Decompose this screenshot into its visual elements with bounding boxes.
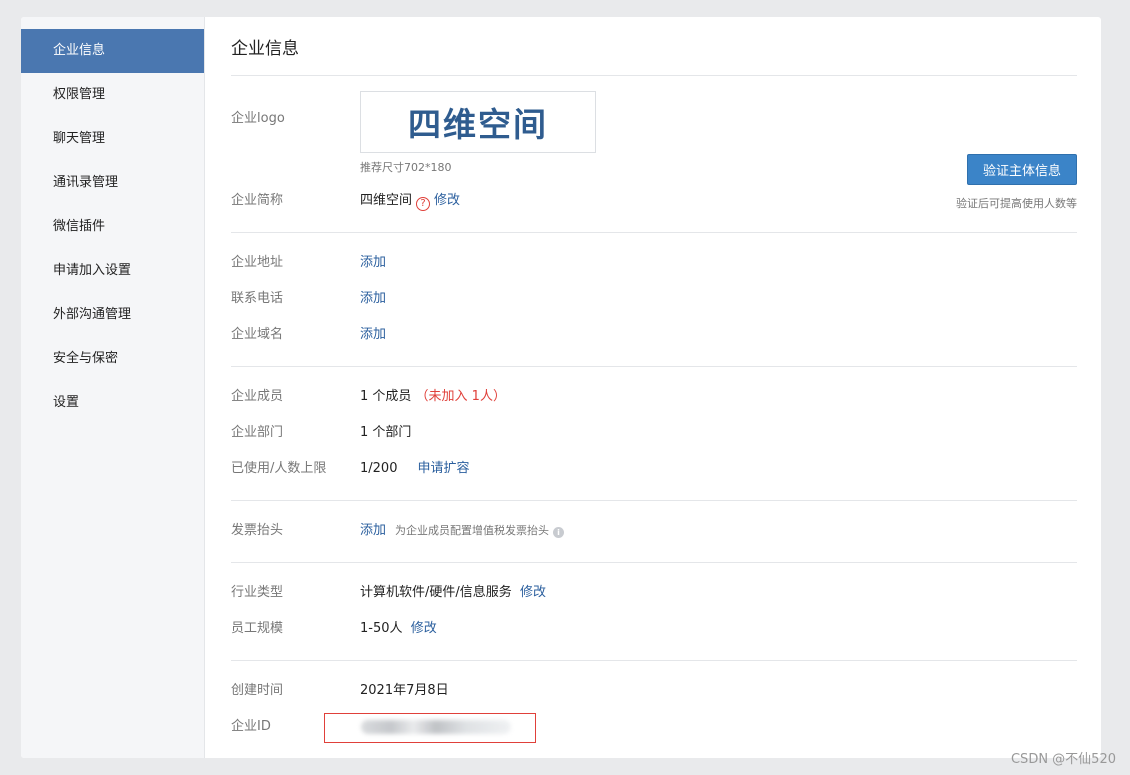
limit-value: 1/200 (360, 461, 398, 476)
members-pending[interactable]: （未加入 1人） (416, 389, 506, 404)
invoice-value-group: 添加 为企业成员配置增值税发票抬头 i (360, 521, 565, 541)
sidebar-item-external[interactable]: 外部沟通管理 (21, 293, 204, 337)
divider (231, 500, 1077, 501)
address-label: 企业地址 (231, 255, 284, 270)
invoice-hint: 为企业成员配置增值税发票抬头 (395, 524, 550, 537)
sidebar-item-wechat-plugin[interactable]: 微信插件 (21, 205, 204, 249)
sidebar-item-join-settings[interactable]: 申请加入设置 (21, 249, 204, 293)
invoice-label: 发票抬头 (231, 523, 284, 538)
members-value-group: 1 个成员 （未加入 1人） (360, 387, 506, 407)
scale-value: 1-50人 (360, 621, 403, 636)
edit-scale-link[interactable]: 修改 (411, 621, 437, 636)
edit-industry-link[interactable]: 修改 (520, 585, 546, 600)
sidebar: 企业信息 权限管理 聊天管理 通讯录管理 微信插件 申请加入设置 外部沟通管理 … (21, 17, 205, 758)
sidebar-item-contacts[interactable]: 通讯录管理 (21, 161, 204, 205)
divider (231, 232, 1077, 233)
scale-label: 员工规模 (231, 621, 284, 636)
help-icon[interactable]: ? (416, 197, 431, 211)
divider (231, 660, 1077, 661)
company-logo[interactable]: 四维空间 (360, 91, 596, 153)
divider (231, 75, 1077, 76)
divider (231, 562, 1077, 563)
watermark: CSDN @不仙520 (1010, 752, 1116, 767)
content-area: 企业信息 企业logo 四维空间 推荐尺寸702*180 验证主体信息 验证后可… (231, 17, 1077, 758)
scale-value-group: 1-50人 修改 (360, 619, 437, 639)
phone-label: 联系电话 (231, 291, 284, 306)
created-label: 创建时间 (231, 683, 284, 698)
apply-expand-link[interactable]: 申请扩容 (417, 461, 469, 476)
short-name-value-group: 四维空间? 修改 (360, 191, 460, 211)
dept-label: 企业部门 (231, 425, 284, 440)
edit-short-name-link[interactable]: 修改 (434, 193, 460, 208)
sidebar-item-company-info[interactable]: 企业信息 (21, 29, 204, 73)
page-title: 企业信息 (231, 39, 299, 59)
created-value: 2021年7月8日 (360, 683, 449, 698)
sidebar-item-chat[interactable]: 聊天管理 (21, 117, 204, 161)
logo-size-hint: 推荐尺寸702*180 (360, 161, 452, 174)
divider (231, 366, 1077, 367)
industry-value-group: 计算机软件/硬件/信息服务 修改 (360, 583, 546, 603)
limit-label: 已使用/人数上限 (231, 461, 327, 476)
short-name-value: 四维空间 (360, 193, 413, 208)
dept-count: 1 个部门 (360, 425, 412, 440)
add-phone-link[interactable]: 添加 (360, 289, 386, 309)
add-address-link[interactable]: 添加 (360, 253, 386, 273)
sidebar-item-security[interactable]: 安全与保密 (21, 337, 204, 381)
short-name-label: 企业简称 (231, 193, 284, 208)
info-icon[interactable]: i (553, 527, 565, 538)
add-domain-link[interactable]: 添加 (360, 325, 386, 345)
members-count: 1 个成员 (360, 389, 412, 404)
industry-label: 行业类型 (231, 585, 284, 600)
sidebar-item-permissions[interactable]: 权限管理 (21, 73, 204, 117)
main-panel: 企业信息 权限管理 聊天管理 通讯录管理 微信插件 申请加入设置 外部沟通管理 … (21, 17, 1101, 758)
logo-label: 企业logo (231, 111, 285, 126)
verify-entity-button[interactable]: 验证主体信息 (967, 154, 1077, 185)
industry-value: 计算机软件/硬件/信息服务 (360, 585, 512, 600)
verify-hint: 验证后可提高使用人数等 (956, 197, 1077, 210)
members-label: 企业成员 (231, 389, 284, 404)
domain-label: 企业域名 (231, 327, 284, 342)
redaction-box (324, 713, 536, 743)
limit-value-group: 1/200 申请扩容 (360, 459, 469, 479)
sidebar-item-settings[interactable]: 设置 (21, 381, 204, 425)
add-invoice-link[interactable]: 添加 (360, 523, 386, 538)
